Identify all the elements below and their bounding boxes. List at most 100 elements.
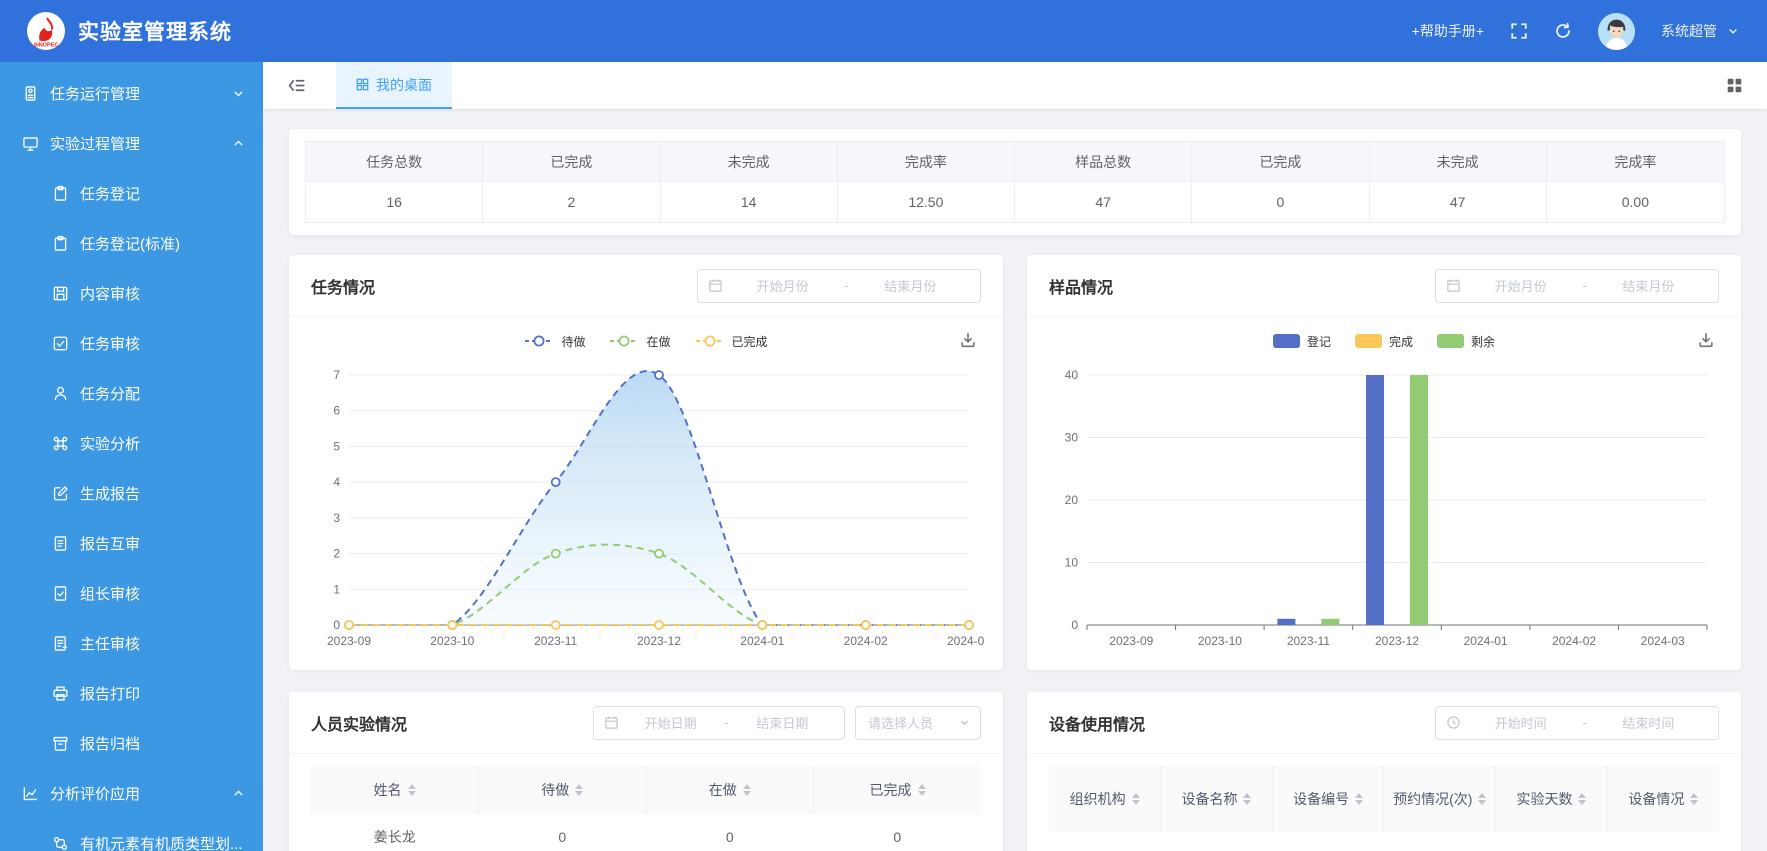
column-header[interactable]: 已完成: [813, 766, 981, 814]
range-start-placeholder: 开始日期: [644, 716, 697, 731]
svg-text:2024-01: 2024-01: [1464, 634, 1508, 648]
table-cell: 姜长龙: [311, 814, 479, 851]
column-header[interactable]: 预约情况(次): [1383, 766, 1497, 832]
legend-swatch-icon: [695, 334, 725, 348]
chevron-up-icon: [232, 137, 245, 150]
legend-item[interactable]: 剩余: [1437, 333, 1495, 350]
column-label: 设备编号: [1293, 791, 1350, 807]
legend-label: 在做: [646, 334, 671, 349]
sidebar-item-label: 任务分配: [80, 385, 141, 403]
table-row[interactable]: 姜长龙 0 0 0: [311, 814, 981, 851]
task-month-range-picker[interactable]: 开始月份 - 结束月份: [697, 268, 981, 303]
column-header[interactable]: 在做: [646, 766, 814, 814]
column-header[interactable]: 组织机构: [1049, 766, 1162, 832]
legend-item[interactable]: 已完成: [695, 333, 768, 350]
avatar[interactable]: [1598, 12, 1635, 50]
sort-caret-icon[interactable]: [1243, 793, 1252, 805]
stats-summary-card: 任务总数 已完成 未完成 完成率 样品总数 已完成 未完成 完成率 16 2 14 12.50 47 0 4…: [289, 129, 1741, 235]
fullscreen-icon[interactable]: [1510, 22, 1528, 40]
chart-line-icon: [22, 785, 39, 802]
column-header[interactable]: 待做: [478, 766, 647, 814]
sort-caret-icon[interactable]: [1578, 793, 1587, 805]
sample-chart-legend: 登记 完成 剩余: [1045, 321, 1723, 361]
command-icon: [52, 435, 69, 452]
column-header[interactable]: 设备情况: [1607, 766, 1719, 832]
edit-icon: [52, 485, 69, 502]
legend-item[interactable]: 待做: [524, 333, 585, 350]
sidebar-item-2[interactable]: 任务登记: [0, 168, 263, 218]
user-menu[interactable]: 系统超管: [1661, 21, 1739, 41]
sidebar-item-label: 分析评价应用: [50, 785, 141, 803]
sidebar-item-12[interactable]: 报告打印: [0, 668, 263, 718]
personnel-date-range-picker[interactable]: 开始日期 - 结束日期: [593, 705, 845, 740]
dashboard-grid-icon[interactable]: [1726, 77, 1743, 94]
sidebar-item-label: 有机元素有机质类型划...: [80, 835, 243, 851]
refresh-icon[interactable]: [1554, 22, 1572, 40]
panel-title: 样品情况: [1049, 279, 1114, 297]
legend-swatch-icon: [1272, 334, 1300, 348]
svg-text:2023-12: 2023-12: [1375, 634, 1419, 648]
personnel-select[interactable]: 请选择人员: [855, 705, 981, 740]
stat-value: 47: [1370, 182, 1547, 222]
sidebar-fold-icon[interactable]: [287, 76, 306, 95]
legend-label: 剩余: [1471, 334, 1496, 349]
legend-label: 待做: [561, 334, 586, 349]
svg-text:4: 4: [333, 475, 340, 489]
sort-caret-icon[interactable]: [917, 784, 926, 796]
svg-text:2023-10: 2023-10: [1198, 634, 1242, 648]
sidebar-item-label: 报告归档: [80, 735, 141, 753]
sidebar-item-14[interactable]: 分析评价应用: [0, 768, 263, 818]
legend-item[interactable]: 在做: [609, 333, 671, 350]
sort-caret-icon[interactable]: [407, 784, 416, 796]
sidebar-item-label: 任务登记(标准): [80, 235, 180, 253]
sort-caret-icon[interactable]: [1478, 793, 1487, 805]
calendar-icon: [604, 715, 619, 730]
stat-value: 16: [306, 182, 484, 222]
equipment-time-range-picker[interactable]: 开始时间 - 结束时间: [1435, 705, 1719, 740]
sidebar-item-10[interactable]: 组长审核: [0, 568, 263, 618]
sidebar-item-label: 报告互审: [80, 535, 141, 553]
sidebar-item-0[interactable]: 任务运行管理: [0, 68, 263, 118]
svg-text:20: 20: [1065, 493, 1079, 507]
doc-icon: [52, 535, 69, 552]
sidebar-item-8[interactable]: 生成报告: [0, 468, 263, 518]
help-manual-link[interactable]: +帮助手册+: [1412, 21, 1484, 41]
range-end-placeholder: 结束时间: [1622, 716, 1675, 731]
legend-item[interactable]: 登记: [1272, 333, 1331, 350]
legend-label: 登记: [1306, 334, 1331, 349]
sort-caret-icon[interactable]: [1355, 793, 1364, 805]
sidebar-item-label: 内容审核: [80, 285, 141, 303]
sort-caret-icon[interactable]: [1131, 793, 1140, 805]
tab-my-desktop[interactable]: 我的桌面: [336, 62, 452, 109]
sidebar-item-6[interactable]: 任务分配: [0, 368, 263, 418]
sample-month-range-picker[interactable]: 开始月份 - 结束月份: [1435, 268, 1719, 303]
chevron-down-icon: [232, 87, 245, 100]
stat-column-header: 已完成: [1192, 142, 1370, 182]
sort-caret-icon[interactable]: [742, 784, 751, 796]
sidebar-item-13[interactable]: 报告归档: [0, 718, 263, 768]
sidebar-item-4[interactable]: 内容审核: [0, 268, 263, 318]
column-label: 在做: [708, 782, 737, 798]
sidebar-item-1[interactable]: 实验过程管理: [0, 118, 263, 168]
sort-caret-icon[interactable]: [1690, 793, 1699, 805]
sidebar-menu: 任务运行管理 实验过程管理 任务登记任务登记(标准) 内容审核任务审核任务分配实验分析…: [0, 68, 263, 851]
equipment-usage-panel: 设备使用情况 开始时间 - 结束时间 组织机构 设备名称 设备编号 预约情况(次…: [1027, 692, 1741, 851]
sidebar-item-7[interactable]: 实验分析: [0, 418, 263, 468]
download-icon[interactable]: [959, 331, 977, 349]
sample-status-panel: 样品情况 开始月份 - 结束月份 登记 完成 剩余 0 10 20 30 40 …: [1027, 255, 1741, 670]
column-header[interactable]: 实验天数: [1495, 766, 1608, 832]
column-header[interactable]: 设备名称: [1160, 766, 1273, 832]
sidebar-item-3[interactable]: 任务登记(标准): [0, 218, 263, 268]
chevron-down-icon: [959, 717, 970, 728]
stats-table: 任务总数 已完成 未完成 完成率 样品总数 已完成 未完成 完成率 16 2 14 12.50 47 0 4…: [305, 141, 1725, 223]
task-chart-legend: 待做 在做 已完成: [307, 321, 985, 361]
sidebar-item-9[interactable]: 报告互审: [0, 518, 263, 568]
sidebar-item-15[interactable]: 有机元素有机质类型划...: [0, 818, 263, 851]
sidebar-item-11[interactable]: 主任审核: [0, 618, 263, 668]
sidebar-item-5[interactable]: 任务审核: [0, 318, 263, 368]
column-header[interactable]: 设备编号: [1272, 766, 1385, 832]
download-icon[interactable]: [1697, 331, 1715, 349]
column-header[interactable]: 姓名: [311, 766, 479, 814]
sort-caret-icon[interactable]: [575, 784, 584, 796]
legend-item[interactable]: 完成: [1354, 333, 1413, 350]
